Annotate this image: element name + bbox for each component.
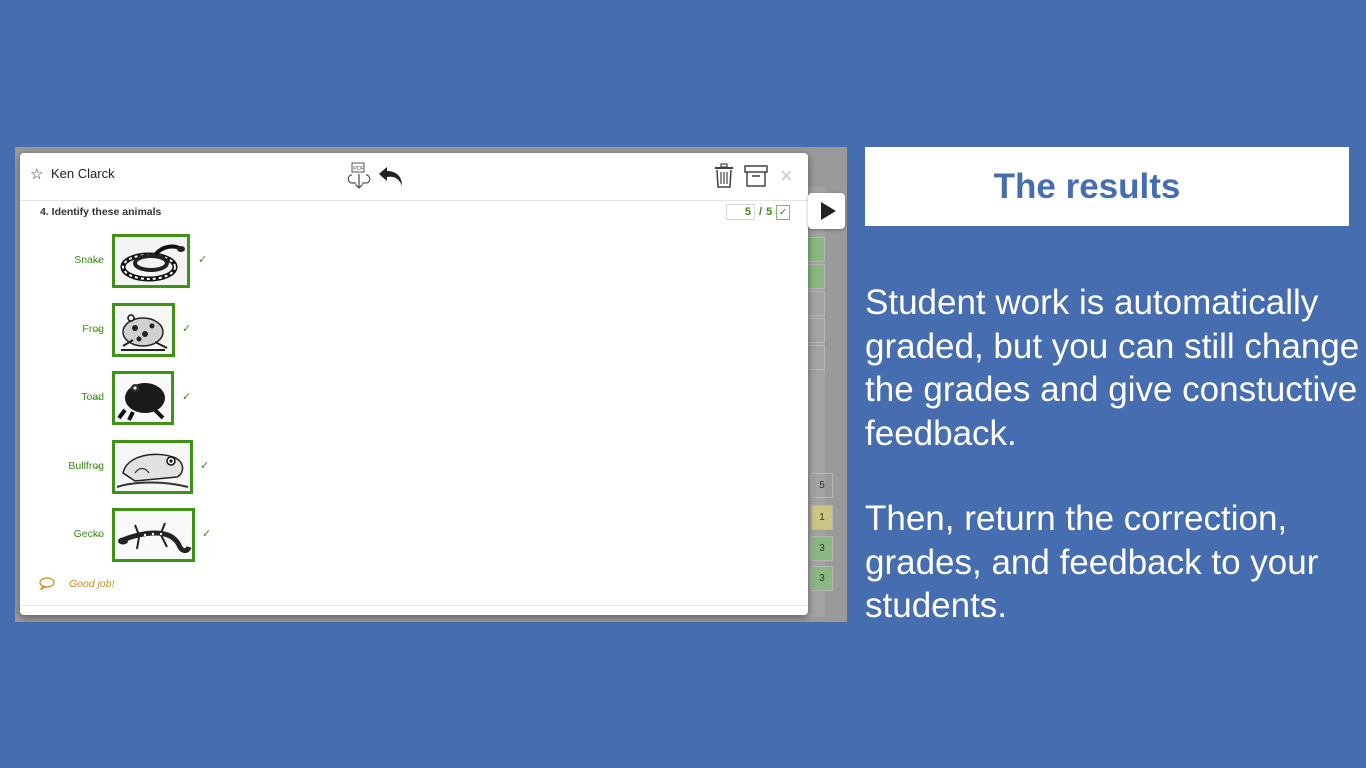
question-title: 4. Identify these animals: [40, 206, 162, 218]
arrow-icon: →: [91, 252, 103, 266]
arrow-icon: →: [91, 526, 103, 540]
answer-row: Bullfrog → ✓: [20, 440, 320, 496]
score-box: 5 / 5 ✓: [726, 204, 791, 220]
svg-text:PDF: PDF: [353, 166, 365, 172]
answer-row: Frog → ✓: [20, 303, 320, 359]
answer-row: Toad → ✓: [20, 371, 320, 427]
answer-check-icon: ✓: [202, 528, 212, 540]
answer-row: Snake → ✓: [20, 234, 320, 290]
answer-row: Gecko → ✓: [20, 508, 320, 564]
toad-image: [112, 371, 174, 425]
archive-icon[interactable]: [743, 164, 769, 188]
description-paragraph: Then, return the correction, grades, and…: [865, 499, 1319, 625]
snake-image: [112, 234, 190, 288]
next-student-button[interactable]: [808, 193, 845, 229]
arrow-icon: →: [91, 321, 103, 335]
app-screenshot: 5 1 3 3 ☆ Ken Clarck PDF × 4. Identify t…: [15, 147, 847, 622]
student-name: Ken Clarck: [51, 166, 115, 181]
score-separator: /: [759, 206, 763, 218]
student-work-modal: ☆ Ken Clarck PDF × 4. Identify these ani…: [20, 153, 808, 615]
background-grade-cell: 3: [811, 536, 833, 561]
arrow-icon: →: [91, 458, 103, 472]
answer-check-icon: ✓: [182, 323, 192, 335]
arrow-icon: →: [91, 389, 103, 403]
star-icon[interactable]: ☆: [30, 165, 43, 183]
comment-icon[interactable]: [39, 577, 55, 590]
trash-icon[interactable]: [713, 163, 735, 189]
title-box: The results: [865, 147, 1349, 226]
background-grade-cell: 3: [811, 566, 833, 591]
modal-header: ☆ Ken Clarck PDF ×: [20, 153, 808, 201]
modal-divider: [20, 605, 808, 606]
frog-image: [112, 303, 175, 357]
gecko-image: [112, 508, 195, 562]
answer-check-icon: ✓: [200, 460, 210, 472]
score-max: 5: [766, 206, 773, 218]
panel-title: The results: [993, 166, 1181, 206]
background-grade-cell: 5: [811, 473, 833, 498]
score-input[interactable]: 5: [726, 204, 755, 220]
feedback-text[interactable]: Good job!: [69, 578, 115, 590]
background-grade-cell: 1: [811, 505, 833, 530]
bullfrog-image: [112, 440, 193, 494]
close-icon[interactable]: ×: [780, 163, 793, 189]
description-paragraph: Student work is automatically graded, bu…: [865, 283, 1360, 453]
pdf-download-icon[interactable]: PDF: [346, 162, 372, 190]
undo-icon[interactable]: [377, 163, 405, 189]
score-check-icon[interactable]: ✓: [776, 204, 791, 220]
answer-check-icon: ✓: [182, 391, 192, 403]
answer-check-icon: ✓: [198, 254, 208, 266]
play-icon: [821, 202, 836, 220]
